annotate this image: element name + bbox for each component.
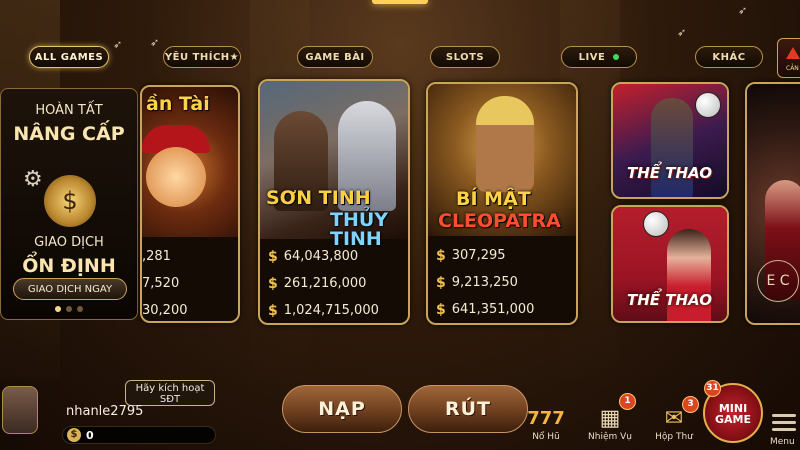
jackpot-list: $64,043,800 $261,216,000 $1,024,715,000: [268, 243, 404, 323]
nav-label: Nhiệm Vụ: [588, 432, 632, 442]
cleopatra-figure: [476, 96, 534, 192]
tab-other[interactable]: KHÁC: [695, 46, 763, 68]
game-card-bi-mat-cleopatra[interactable]: BÍ MẬT CLEOPATRA $307,295 $9,213,250 $64…: [426, 82, 578, 325]
warning-corner-button[interactable]: CẢN: [777, 38, 800, 78]
dollar-coin-icon: $: [67, 428, 81, 442]
game-title: ần Tài: [146, 93, 210, 115]
jackpot-value: 64,043,800: [283, 249, 359, 264]
dollar-icon: $: [436, 301, 446, 318]
mini-game-badge: 31: [704, 380, 721, 397]
mailbox-badge: 3: [682, 396, 699, 413]
nav-jackpot[interactable]: 777 Nổ Hũ: [520, 404, 572, 443]
game-art: BÍ MẬT CLEOPATRA: [428, 84, 576, 236]
soccer-ball-icon: [643, 211, 669, 237]
game-title-line2: CLEOPATRA: [438, 210, 561, 232]
carousel-dots: [1, 306, 137, 312]
jackpot-list: ,281 7,520 30,200: [142, 243, 234, 321]
gear-icon: ⚙: [23, 167, 43, 192]
game-card-the-thao-1[interactable]: THỂ THAO: [611, 82, 729, 199]
balance-value: 0: [86, 429, 94, 442]
tab-live[interactable]: LIVE: [561, 46, 637, 68]
promo-line-2: NÂNG CẤP: [13, 123, 125, 145]
jackpot-value: 9,213,250: [451, 275, 518, 290]
warning-triangle-icon: [786, 47, 800, 59]
live-indicator-icon: [613, 54, 620, 60]
player-figure: [651, 98, 693, 197]
jackpot-value: 307,295: [451, 248, 506, 263]
dollar-icon: $: [268, 248, 278, 265]
swoosh-arrow-icon: ➶: [677, 26, 687, 39]
casino-logo: E C: [757, 260, 799, 302]
menu-icon[interactable]: [772, 410, 796, 435]
carousel-dot[interactable]: [77, 306, 83, 312]
withdraw-button[interactable]: RÚT: [408, 385, 528, 433]
jackpot-value: 261,216,000: [283, 276, 367, 291]
carousel-dot[interactable]: [55, 306, 61, 312]
jackpot-value: 7,520: [142, 276, 180, 291]
game-title-line1: SƠN TINH: [266, 187, 371, 209]
promo-banner[interactable]: HOÀN TẤT NÂNG CẤP ⚙ $ GIAO DỊCH ỔN ĐỊNH …: [0, 88, 138, 320]
game-card-son-tinh-thuy-tinh[interactable]: SƠN TINH THỦY TINH $64,043,800 $261,216,…: [258, 79, 410, 325]
game-card-than-tai[interactable]: ần Tài ,281 7,520 30,200: [140, 85, 240, 323]
tab-card-games[interactable]: GAME BÀI: [297, 46, 373, 68]
carousel-dot[interactable]: [66, 306, 72, 312]
tab-all-games[interactable]: ALL GAMES: [29, 46, 109, 68]
cash-stack-icon: $: [44, 175, 96, 227]
game-title-line1: BÍ MẬT: [456, 188, 531, 210]
jackpot-value: ,281: [142, 249, 171, 264]
promo-cta-button[interactable]: GIAO DỊCH NGAY: [13, 278, 127, 300]
jackpot-value: 30,200: [142, 303, 188, 318]
corner-button-label: CẢN: [786, 65, 799, 72]
tab-favorites[interactable]: YÊU THÍCH★: [163, 46, 241, 68]
game-title: THỂ THAO: [627, 291, 712, 309]
promo-line-3: GIAO DỊCH: [34, 235, 104, 250]
nav-label: Nổ Hũ: [532, 432, 560, 442]
game-art: E C: [747, 84, 800, 323]
soccer-ball-icon: [695, 92, 721, 118]
dollar-icon: $: [436, 274, 446, 291]
mini-game-line2: GAME: [714, 413, 751, 426]
swoosh-arrow-icon: ➶: [738, 4, 748, 17]
promo-line-1: HOÀN TẤT: [35, 103, 103, 118]
missions-badge: 1: [619, 393, 636, 410]
balance-display: $ 0: [62, 426, 216, 444]
username: nhanle2795: [66, 404, 144, 419]
avatar[interactable]: [2, 386, 38, 434]
game-card-the-thao-2[interactable]: THỂ THAO: [611, 205, 729, 323]
game-title: THỂ THAO: [627, 164, 712, 182]
swoosh-arrow-icon: ➶: [113, 38, 123, 51]
jackpot-list: $307,295 $9,213,250 $641,351,000: [436, 242, 572, 323]
dollar-icon: $: [436, 247, 446, 264]
game-art: THỂ THAO: [613, 84, 727, 197]
game-art: THỂ THAO: [613, 207, 727, 321]
deposit-button[interactable]: NẠP: [282, 385, 402, 433]
activate-phone-button[interactable]: Hãy kích hoạt SĐT: [125, 380, 215, 406]
tab-slots[interactable]: SLOTS: [430, 46, 500, 68]
top-highlight: [372, 0, 428, 4]
god-of-wealth-face: [146, 147, 206, 207]
jackpot-value: 1,024,715,000: [283, 303, 379, 318]
jackpot-value: 641,351,000: [451, 302, 535, 317]
game-art: SƠN TINH THỦY TINH: [260, 81, 408, 249]
promo-line-4: ỔN ĐỊNH: [22, 255, 116, 277]
dollar-icon: $: [268, 302, 278, 319]
nav-label: Hộp Thư: [655, 432, 693, 442]
jackpot-777-icon: 777: [527, 407, 565, 429]
dollar-icon: $: [268, 275, 278, 292]
game-art: ần Tài: [142, 87, 238, 237]
menu-label[interactable]: Menu: [770, 437, 795, 447]
game-card-partial[interactable]: E C: [745, 82, 800, 325]
swoosh-arrow-icon: ➶: [150, 36, 160, 49]
